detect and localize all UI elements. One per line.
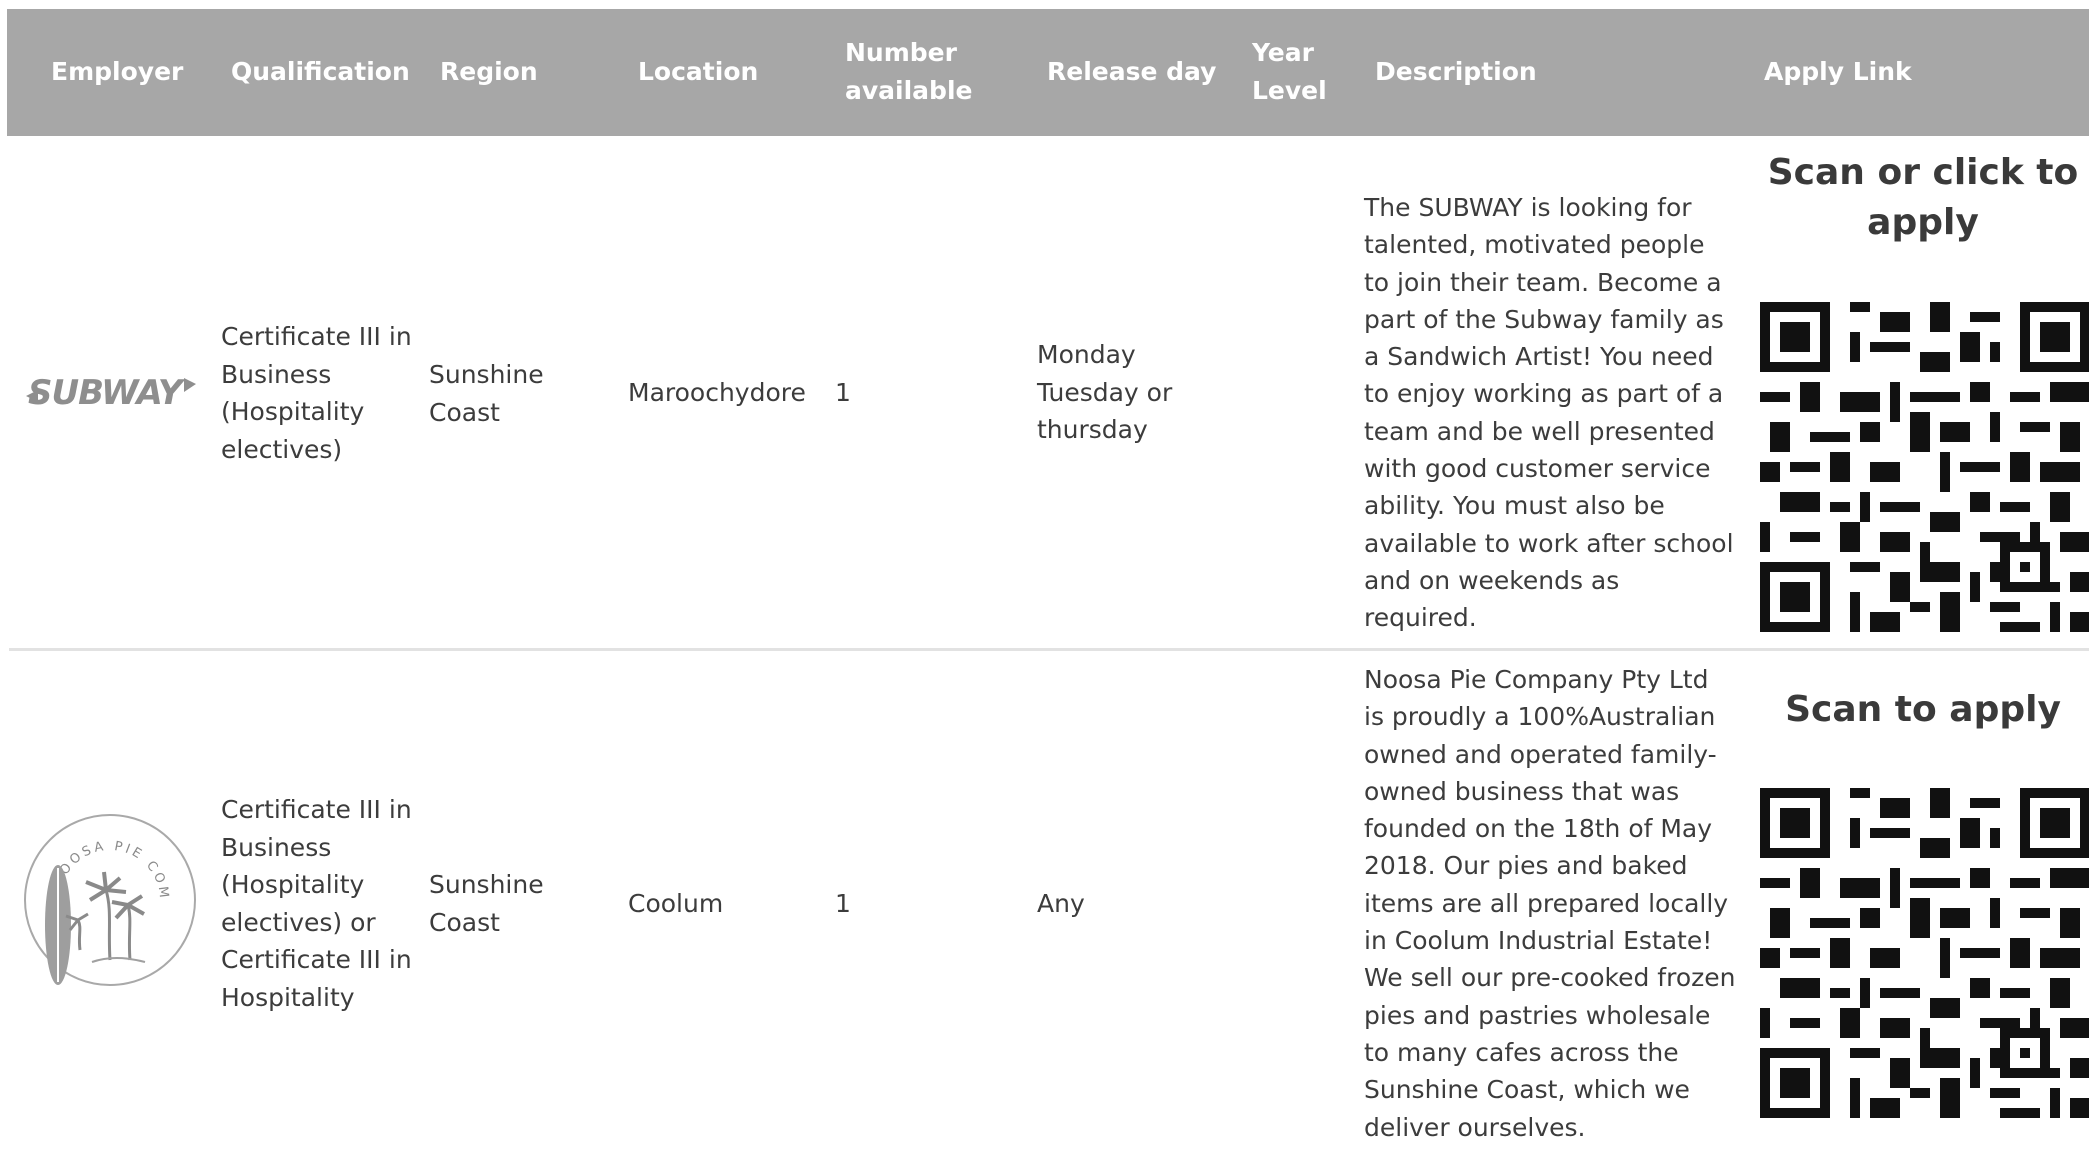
subway-logo-text: SUBWAY: [28, 373, 186, 413]
qualification-cell: Certificate III in Business (Hospitality…: [221, 322, 412, 464]
location-cell: Coolum: [628, 889, 724, 918]
region-cell: Sunshine Coast: [429, 360, 544, 427]
region-cell: Sunshine Coast: [429, 870, 544, 937]
header-description: Description: [1375, 57, 1537, 86]
header-year-level: Year Level: [1252, 38, 1327, 105]
row-divider: [9, 648, 2089, 651]
table-header: Employer Qualification Region Location N…: [7, 9, 2089, 136]
noosa-pie-logo: NOOSA PIE COMPANY: [20, 810, 196, 986]
description-cell: The SUBWAY is looking for talented, moti…: [1364, 193, 1734, 633]
subway-logo: SUBWAY: [26, 373, 196, 413]
description-cell: Noosa Pie Company Pty Ltd is proudly a 1…: [1364, 665, 1736, 1142]
qr-code-icon[interactable]: [1760, 788, 2089, 1118]
header-apply-link: Apply Link: [1764, 57, 1912, 86]
release-day-cell: Monday Tuesday or thursday: [1037, 340, 1173, 444]
qr-code-icon[interactable]: [1760, 302, 2089, 632]
header-qualification: Qualification: [231, 57, 410, 86]
apply-title: Scan to apply: [1785, 689, 2061, 730]
header-release-day: Release day: [1047, 57, 1217, 86]
number-available-cell: 1: [835, 889, 851, 918]
qualification-cell: Certificate III in Business (Hospitality…: [221, 795, 412, 1012]
number-available-cell: 1: [835, 378, 851, 407]
header-location: Location: [638, 57, 759, 86]
header-number-available: Number available: [845, 38, 973, 105]
location-cell: Maroochydore: [628, 378, 806, 407]
apply-title: Scan or click to apply: [1767, 152, 2079, 243]
header-employer: Employer: [51, 57, 184, 86]
release-day-cell: Any: [1037, 889, 1085, 918]
header-region: Region: [440, 57, 538, 86]
